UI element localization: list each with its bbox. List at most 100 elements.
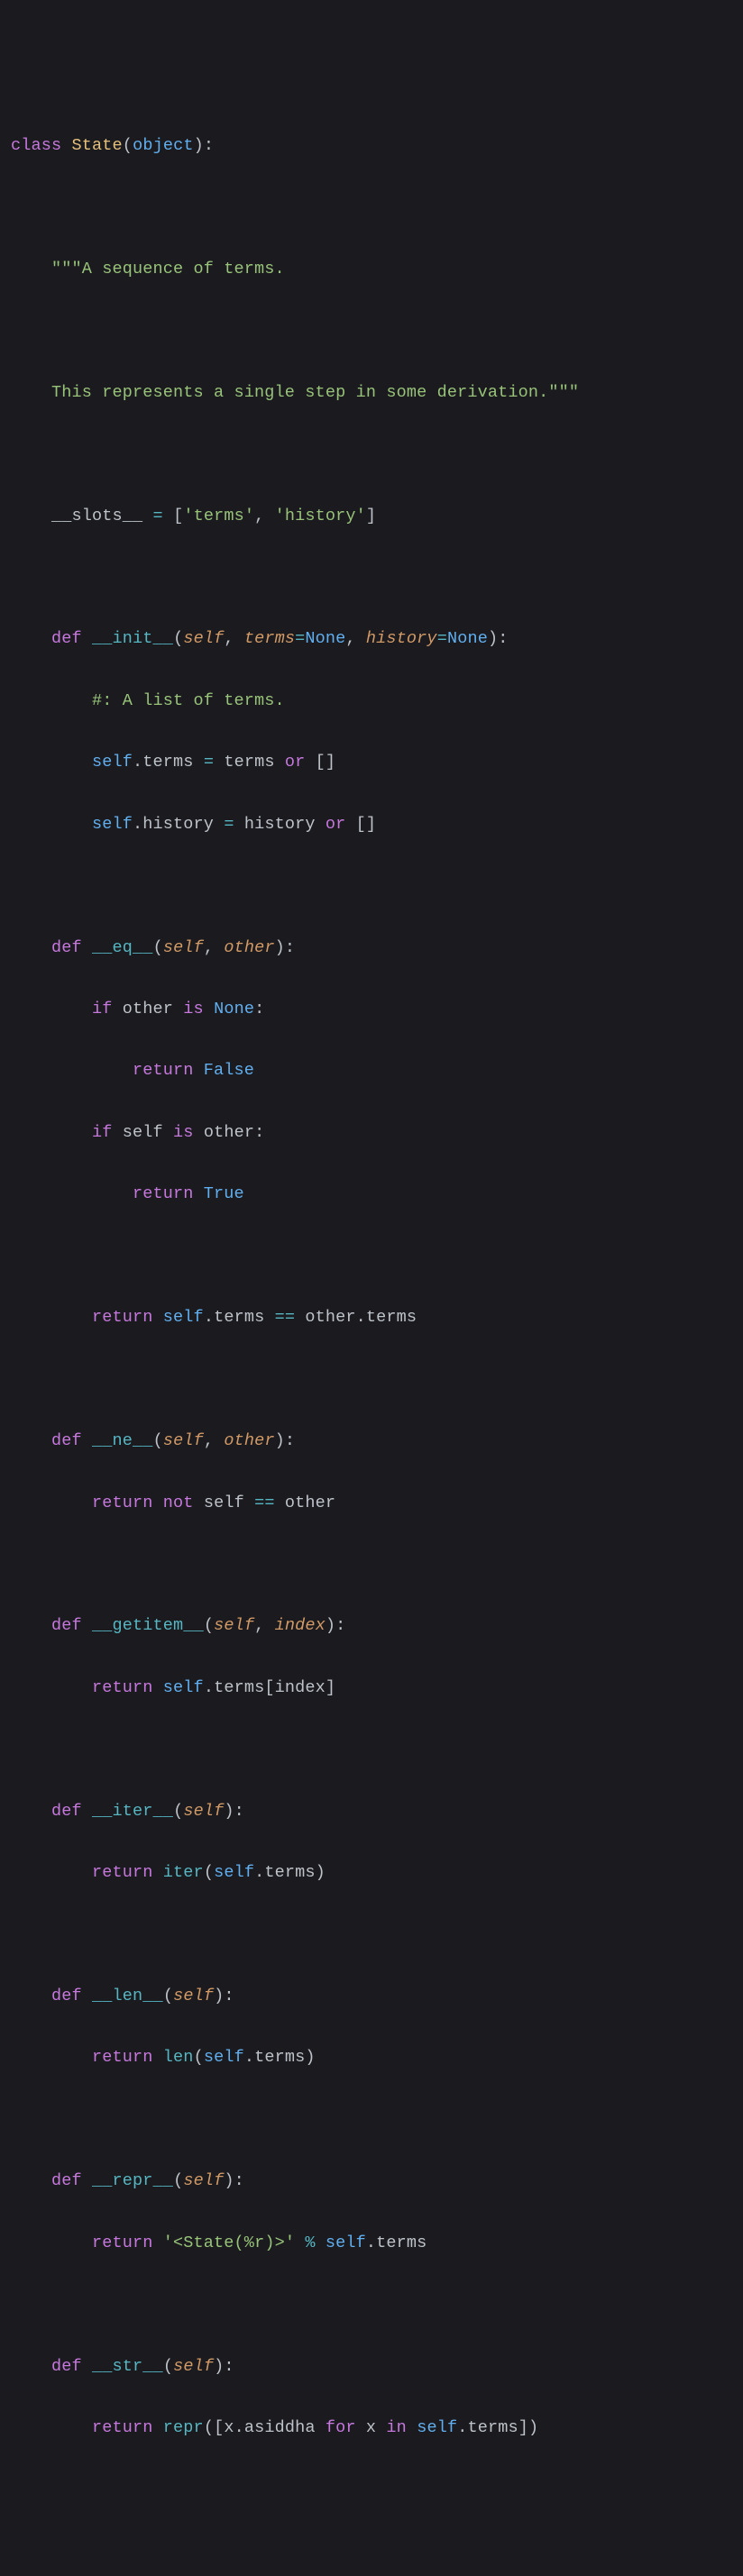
code-line: __slots__ = ['terms', 'history'] [11,501,732,532]
self-ref: self [163,1678,204,1697]
false-literal: False [194,1061,255,1080]
code-line [11,1734,732,1765]
code-line [11,871,732,901]
true-literal: True [194,1184,244,1203]
keyword-class: class [11,136,61,155]
keyword-return: return [92,1678,153,1697]
keyword-is: is [183,1000,204,1019]
code-line: #: A list of terms. [11,686,732,717]
code-line: def __repr__(self): [11,2166,732,2197]
method-len: __len__ [92,1987,163,2005]
param-history: history [366,629,437,648]
none-literal: None [305,629,345,648]
keyword-return: return [133,1061,194,1080]
keyword-def: def [51,1987,82,2005]
keyword-return: return [92,1308,153,1327]
class-name: State [72,136,123,155]
builtin-object: object [133,136,194,155]
code-line: return False [11,1055,732,1086]
code-line: def __iter__(self): [11,1796,732,1827]
slots-attr: __slots__ [51,507,142,525]
builtin-iter: iter [163,1863,204,1882]
keyword-def: def [51,1616,82,1635]
self-ref: self [163,1308,204,1327]
param-self: self [214,1616,254,1635]
string-literal: '<State(%r)>' [163,2233,295,2252]
code-line: return len(self.terms) [11,2042,732,2073]
code-line: def __getitem__(self, index): [11,1611,732,1641]
keyword-is: is [173,1123,194,1142]
keyword-or: or [316,815,356,834]
code-line: def __ne__(self, other): [11,1426,732,1457]
param-self: self [183,1802,224,1821]
docstring: This represents a single step in some de… [51,383,579,402]
keyword-if: if [92,1000,113,1019]
operator-eqeq: == [254,1494,275,1512]
builtin-len: len [163,2048,194,2067]
code-line: return self.terms[index] [11,1673,732,1704]
docstring: """A sequence of terms. [51,260,285,279]
keyword-not: not [163,1494,194,1512]
keyword-return: return [92,2233,153,2252]
code-line [11,1241,732,1272]
param-index: index [275,1616,326,1635]
keyword-return: return [92,1863,153,1882]
keyword-def: def [51,2357,82,2376]
self-ref: self [92,753,133,772]
operator-eqeq: == [264,1308,305,1327]
code-line: def __init__(self, terms=None, history=N… [11,624,732,654]
code-line: self.terms = terms or [] [11,747,732,778]
code-line: return '<State(%r)>' % self.terms [11,2228,732,2259]
code-line [11,439,732,470]
builtin-repr: repr [163,2418,204,2437]
keyword-return: return [133,1184,194,1203]
code-line [11,315,732,346]
code-line: return self.terms == other.terms [11,1302,732,1333]
keyword-in: in [376,2418,417,2437]
operator-mod: % [295,2233,326,2252]
keyword-def: def [51,1802,82,1821]
keyword-for: for [316,2418,366,2437]
self-ref: self [214,1863,254,1882]
code-line [11,562,732,593]
code-line: return not self == other [11,1488,732,1519]
param-other: other [224,938,274,957]
none-literal: None [447,629,488,648]
code-line: def __str__(self): [11,2352,732,2382]
code-line: def __eq__(self, other): [11,933,732,964]
code-line: self.history = history or [] [11,809,732,840]
self-ref: self [204,2048,244,2067]
method-init: __init__ [92,629,173,648]
code-line: if other is None: [11,994,732,1025]
keyword-or: or [275,753,316,772]
code-line [11,192,732,223]
comment: #: A list of terms. [92,691,285,710]
code-line [11,1920,732,1950]
keyword-def: def [51,938,82,957]
method-getitem: __getitem__ [92,1616,204,1635]
param-self: self [163,938,204,957]
keyword-def: def [51,1431,82,1450]
self-ref: self [417,2418,457,2437]
method-str: __str__ [92,2357,163,2376]
code-line: return True [11,1179,732,1210]
keyword-return: return [92,1494,153,1512]
keyword-def: def [51,629,82,648]
code-line: class State(object): [11,131,732,161]
param-self: self [183,2171,224,2190]
attr-terms: terms [142,753,193,772]
code-line [11,2105,732,2135]
method-iter: __iter__ [92,1802,173,1821]
param-self: self [163,1431,204,1450]
method-repr: __repr__ [92,2171,173,2190]
keyword-return: return [92,2048,153,2067]
none-literal: None [204,1000,254,1019]
code-line: return iter(self.terms) [11,1858,732,1888]
string-literal: 'terms' [183,507,254,525]
keyword-return: return [92,2418,153,2437]
param-other: other [224,1431,274,1450]
code-line: return repr([x.asiddha for x in self.ter… [11,2413,732,2444]
param-self: self [173,2357,214,2376]
attr-history: history [142,815,214,834]
code-line [11,1549,732,1580]
